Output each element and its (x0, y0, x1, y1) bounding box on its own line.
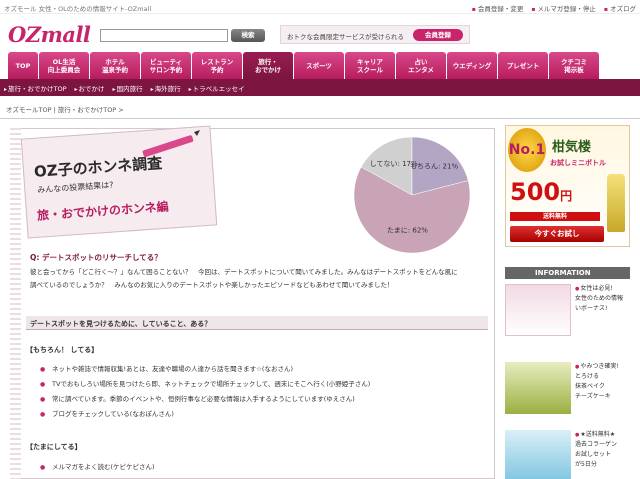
info-text[interactable]: やみつき確実! とろける 抹茶ベイク チーズケーキ (575, 362, 630, 402)
member-promo-text: おトクな会員限定サービスが受けられる (287, 33, 404, 41)
breadcrumb: オズモールTOP | 旅行・おでかけTOP > (6, 106, 124, 114)
tab-present[interactable]: プレゼント (498, 52, 548, 79)
answer-list: メルマガをよく読む(ケピケピさん) (40, 460, 480, 475)
member-promo: おトクな会員限定サービスが受けられる 会員登録 (280, 25, 470, 44)
group-title: 【もちろん！ してる】 (26, 346, 99, 354)
intro-text: 彼と会ってから「どこ行く〜？」なんて困ることない？ 今回は、デートスポットについ… (30, 268, 458, 289)
subnav-essay[interactable]: トラベルエッセイ (189, 83, 245, 93)
survey-subtitle: みんなの投票結果は? (37, 180, 114, 195)
tab-top[interactable]: TOP (8, 52, 38, 79)
ad-shipping: 送料無料 (510, 212, 600, 221)
pen-icon (142, 130, 200, 157)
list-item: TVでおもしろい場所を見つけたら即、ネットチェックで場所チェックして、週末にそこ… (40, 377, 480, 392)
section-bar: デートスポットを見つけるために、していること、ある？ (26, 316, 488, 330)
search-input[interactable] (100, 29, 228, 42)
no1-badge: No.1 (508, 128, 546, 172)
site-tagline: オズモール 女性・OLのための情報サイト-OZmall (4, 5, 152, 13)
answer-list: ネットや雑誌で情報収集!あとは、友達や職場の人達から話を聞きます☆(なおさん) … (40, 362, 480, 422)
subnav-odekake[interactable]: おでかけ (75, 83, 105, 93)
main-nav: TOP OL生活 向上委員会 ホテル 温泉予約 ビューティ サロン予約 レストラ… (8, 52, 640, 79)
info-thumbnail[interactable] (505, 284, 571, 336)
bottle-image (607, 174, 625, 232)
list-item: メルマガをよく読む(ケピケピさん) (40, 460, 480, 475)
information-header: INFORMATION (505, 267, 630, 279)
top-bar: オズモール 女性・OLのための情報サイト-OZmall 会員登録・変更 メルマガ… (0, 0, 640, 14)
tab-beauty[interactable]: ビューティ サロン予約 (141, 52, 191, 79)
ad-price-value: 500 (510, 178, 561, 206)
info-thumbnail[interactable] (505, 430, 571, 479)
info-text[interactable]: 女性は必見! 女性のための情報 いボーナス! (575, 284, 630, 314)
info-text[interactable]: ★送料無料★ 過去コラーゲン お試しセット が5日分 (575, 430, 630, 470)
member-register-button[interactable]: 会員登録 (413, 29, 463, 41)
notebook-edge (10, 128, 21, 479)
ad-cta-button[interactable]: 今すぐお試し (510, 226, 604, 242)
sub-nav: 旅行・おでかけTOP おでかけ 国内旅行 海外旅行 トラベルエッセイ (0, 79, 640, 96)
product-ad[interactable]: No.1 柑気楼 お試しミニボトル 500円 送料無料 今すぐお試し (505, 125, 630, 247)
survey-theme: 旅・おでかけのホンネ編 (36, 199, 170, 223)
question-title: Q: デートスポットのリサーチしてる？ (30, 253, 162, 262)
tab-fortune[interactable]: 占い エンタメ (396, 52, 446, 79)
tab-career[interactable]: キャリア スクール (345, 52, 395, 79)
tab-board[interactable]: クチコミ 掲示板 (549, 52, 599, 79)
pie-label-0: たまに: 62% (387, 227, 428, 235)
subnav-domestic[interactable]: 国内旅行 (113, 83, 143, 93)
tab-ol[interactable]: OL生活 向上委員会 (39, 52, 89, 79)
ad-price-yen: 円 (560, 189, 573, 203)
list-item: ネットや雑誌で情報収集!あとは、友達や職場の人達から話を聞きます☆(なおさん) (40, 362, 480, 377)
list-item: ブログをチェックしている(なおぽんさん) (40, 407, 480, 422)
search-button[interactable]: 検索 (231, 29, 265, 42)
breadcrumb-home[interactable]: オズモールTOP (6, 106, 52, 114)
subnav-travel-top[interactable]: 旅行・おでかけTOP (4, 83, 67, 93)
tab-wedding[interactable]: ウエディング (447, 52, 497, 79)
survey-pie-chart: してない: 17%もちろん: 21%たまに: 62% (353, 136, 471, 254)
ozlog-link[interactable]: オズログ (604, 3, 636, 13)
pie-label-1: もちろん: 21% (410, 163, 458, 171)
tab-hotel[interactable]: ホテル 温泉予約 (90, 52, 140, 79)
top-links: 会員登録・変更 メルマガ登録・停止 オズログ (472, 3, 636, 13)
divider (0, 118, 640, 119)
member-register-link[interactable]: 会員登録・変更 (472, 3, 524, 13)
ozmall-logo[interactable]: OZmall (8, 22, 91, 47)
ad-price: 500円 (510, 178, 572, 206)
info-thumbnail[interactable] (505, 362, 571, 414)
mailmag-link[interactable]: メルマガ登録・停止 (531, 3, 596, 13)
group-title: 【たまにしてる】 (26, 443, 82, 451)
list-item: 常に調べています。季節のイベントや、恒例行事など必要な情報は入手するようにしてい… (40, 392, 480, 407)
tab-restaurant[interactable]: レストラン 予約 (192, 52, 242, 79)
ad-subtitle: お試しミニボトル (550, 159, 606, 167)
ad-brand: 柑気楼 (552, 140, 592, 155)
subnav-overseas[interactable]: 海外旅行 (151, 83, 181, 93)
tab-sports[interactable]: スポーツ (294, 52, 344, 79)
tab-travel[interactable]: 旅行・ おでかけ (243, 52, 293, 79)
breadcrumb-travel[interactable]: 旅行・おでかけTOP (58, 106, 117, 114)
section-title: デートスポットを見つけるために、していること、ある？ (30, 320, 212, 328)
